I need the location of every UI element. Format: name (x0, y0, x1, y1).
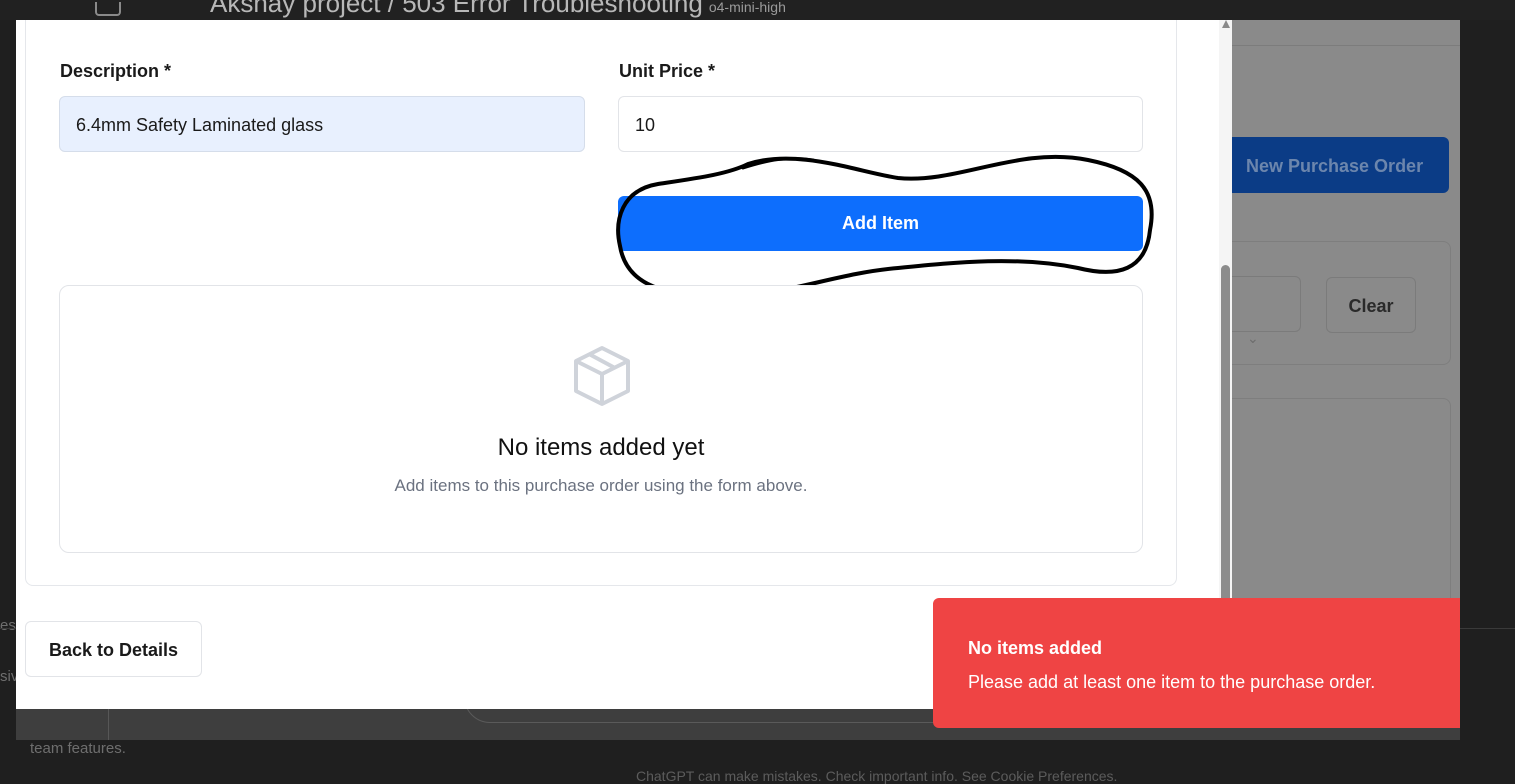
unit-price-input[interactable]: 10 (618, 96, 1143, 152)
status-select[interactable]: ⌄ (1232, 276, 1301, 346)
back-to-details-button[interactable]: Back to Details (25, 621, 202, 677)
sidebar-toggle-icon[interactable] (95, 2, 121, 16)
error-toast[interactable]: No items added Please add at least one i… (933, 598, 1460, 728)
chevron-down-icon: ⌄ (1247, 330, 1259, 346)
model-label[interactable]: o4-mini-high (709, 0, 786, 15)
breadcrumb-text: Akshay project / 503 Error Troubleshooti… (210, 0, 703, 18)
package-icon (574, 346, 630, 406)
empty-items-state: No items added yet Add items to this pur… (59, 285, 1143, 553)
background-text-fragment: team features. (30, 740, 126, 757)
toast-title: No items added (968, 638, 1103, 658)
empty-state-title: No items added yet (497, 434, 705, 461)
divider (0, 628, 16, 629)
new-purchase-order-button[interactable]: New Purchase Order (1232, 137, 1449, 193)
background-topbar: Akshay project / 503 Error Troubleshooti… (0, 0, 1515, 20)
background-footer-text: ChatGPT can make mistakes. Check importa… (636, 768, 1118, 784)
toast-message: Please add at least one item to the purc… (968, 672, 1376, 692)
background-title: Akshay project / 503 Error Troubleshooti… (210, 0, 786, 19)
scroll-up-arrow-icon[interactable] (1222, 20, 1230, 28)
divider (1460, 628, 1515, 629)
divider (1232, 45, 1460, 46)
description-input[interactable]: 6.4mm Safety Laminated glass (59, 96, 585, 152)
unit-price-label: Unit Price * (619, 61, 716, 81)
background-text-fragment: es (0, 617, 16, 634)
clear-button[interactable]: Clear (1326, 277, 1416, 333)
divider (108, 709, 109, 740)
filter-card: ⌄ Clear (1232, 241, 1451, 365)
description-label: Description * (60, 61, 172, 81)
empty-state-subtitle: Add items to this purchase order using t… (394, 476, 808, 495)
add-item-button[interactable]: Add Item (618, 196, 1143, 251)
